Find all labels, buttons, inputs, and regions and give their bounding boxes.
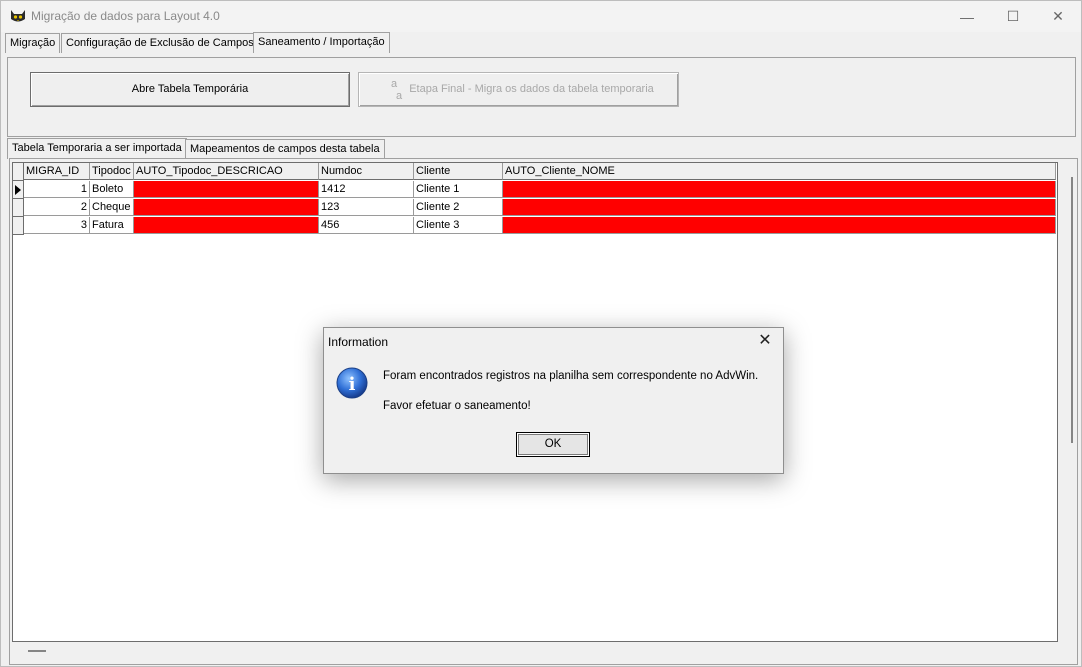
table-cell[interactable]: 1412 (319, 181, 414, 198)
table-cell[interactable]: Cliente 1 (414, 181, 503, 198)
open-temp-table-label: Abre Tabela Temporária (131, 83, 249, 95)
column-header-cliente[interactable]: Cliente (414, 163, 503, 180)
table-cell[interactable]: Cliente 2 (414, 199, 503, 216)
column-header-auto-cliente-nome[interactable]: AUTO_Cliente_NOME (503, 163, 1056, 180)
final-step-button[interactable]: aa Etapa Final - Migra os dados da tabel… (358, 72, 679, 107)
table-cell[interactable]: Cliente 3 (414, 217, 503, 234)
column-header-migra-id[interactable]: MIGRA_ID (24, 163, 90, 180)
tab-saneamento-importacao[interactable]: Saneamento / Importação (253, 32, 390, 53)
grid-corner (13, 163, 24, 181)
horizontal-scrollbar[interactable] (12, 643, 1056, 659)
table-cell[interactable]: Cheque (90, 199, 134, 216)
table-cell-missing[interactable] (134, 181, 319, 198)
row-indicator[interactable] (13, 199, 24, 217)
dialog-close-button[interactable]: ✕ (753, 330, 777, 352)
information-dialog: Information ✕ i Foram encontrados regist… (323, 327, 784, 474)
info-icon: i (336, 367, 368, 399)
table-cell[interactable]: Fatura (90, 217, 134, 234)
current-row-arrow-icon (15, 185, 21, 195)
maximize-button[interactable]: ☐ (990, 1, 1036, 32)
open-temp-table-button[interactable]: Abre Tabela Temporária (30, 72, 350, 107)
text-format-icon: aa (391, 78, 403, 102)
table-cell[interactable]: 456 (319, 217, 414, 234)
tab-field-mappings[interactable]: Mapeamentos de campos desta tabela (185, 139, 385, 159)
table-cell-missing[interactable] (134, 199, 319, 216)
table-cell[interactable]: 1 (24, 181, 90, 198)
tab-configuracao-exclusao[interactable]: Configuração de Exclusão de Campos (61, 33, 259, 53)
svg-text:i: i (349, 374, 356, 395)
ok-button[interactable]: OK (516, 432, 590, 457)
tab-migracao[interactable]: Migração (5, 33, 61, 53)
table-cell-missing[interactable] (503, 199, 1056, 216)
table-cell[interactable]: 3 (24, 217, 90, 234)
horizontal-scroll-thumb[interactable] (28, 650, 46, 652)
table-cell-missing[interactable] (503, 217, 1056, 234)
table-cell-missing[interactable] (134, 217, 319, 234)
final-step-label: Etapa Final - Migra os dados da tabela t… (409, 83, 654, 95)
column-header-numdoc[interactable]: Numdoc (319, 163, 414, 180)
row-indicator-current[interactable] (13, 181, 24, 199)
row-indicator[interactable] (13, 217, 24, 235)
close-button[interactable]: ✕ (1035, 1, 1081, 32)
title-bar[interactable]: Migração de dados para Layout 4.0 — ☐ ✕ (1, 1, 1081, 32)
action-panel: Abre Tabela Temporária aa Etapa Final - … (7, 57, 1076, 137)
table-cell[interactable]: 2 (24, 199, 90, 216)
window-title: Migração de dados para Layout 4.0 (31, 9, 220, 23)
table-cell[interactable]: Boleto (90, 181, 134, 198)
column-header-tipodoc[interactable]: Tipodoc (90, 163, 134, 180)
table-cell-missing[interactable] (503, 181, 1056, 198)
tab-temp-table[interactable]: Tabela Temporaria a ser importada (7, 138, 187, 159)
dialog-title: Information (328, 335, 389, 349)
table-cell[interactable]: 123 (319, 199, 414, 216)
app-cat-icon (11, 10, 25, 22)
dialog-message-line-1: Foram encontrados registros na planilha … (383, 370, 759, 382)
column-header-auto-tipodoc-descricao[interactable]: AUTO_Tipodoc_DESCRICAO (134, 163, 319, 180)
minimize-button[interactable]: — (944, 1, 990, 32)
vertical-scroll-thumb[interactable] (1071, 177, 1073, 443)
dialog-message-line-2: Favor efetuar o saneamento! (383, 400, 531, 412)
